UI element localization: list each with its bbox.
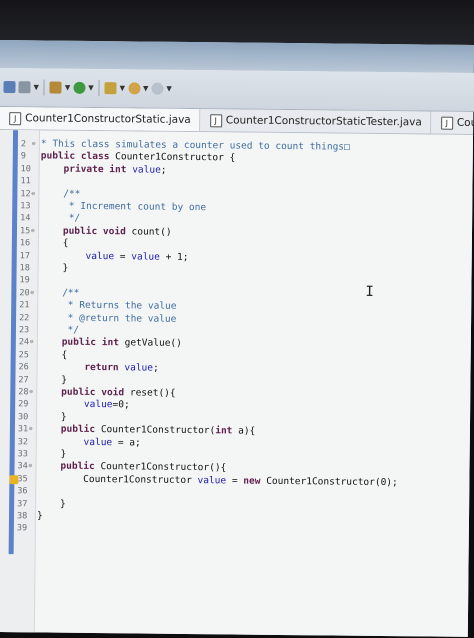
chevron-down-icon[interactable]: ▼ xyxy=(166,85,171,93)
code-text: } xyxy=(37,448,67,460)
fold-toggle-icon[interactable]: ⊖ xyxy=(30,337,34,349)
code-text: { xyxy=(38,349,68,361)
code-text: */ xyxy=(38,324,80,336)
chevron-down-icon[interactable]: ▼ xyxy=(143,85,148,93)
java-file-icon: J xyxy=(440,116,453,130)
code-text: value = value + 1; xyxy=(85,250,189,263)
fold-toggle-icon[interactable]: ⊖ xyxy=(30,287,34,299)
code-text: */ xyxy=(40,212,81,225)
code-text: value = a; xyxy=(83,436,141,449)
line-number: 17 xyxy=(19,250,31,261)
line-number: 36 xyxy=(17,486,28,497)
code-text: public int getValue() xyxy=(61,337,182,350)
chevron-down-icon[interactable]: ▼ xyxy=(88,84,93,92)
code-text: * @return the value xyxy=(39,312,177,325)
fold-toggle-icon[interactable]: ⊖ xyxy=(31,225,35,237)
monitor-bezel xyxy=(0,0,474,46)
wrench-icon[interactable] xyxy=(49,81,62,94)
tab-label: Counter1Cons xyxy=(456,116,474,130)
tab-counter1-constructor-static-tester[interactable]: J Counter1ConstructorStaticTester.java xyxy=(199,109,431,134)
line-number: 27 xyxy=(18,374,29,385)
line-number: 29 xyxy=(18,399,29,410)
line-number: 23 xyxy=(18,325,30,336)
code-text: public void reset(){ xyxy=(61,386,176,399)
code-text: private int value; xyxy=(63,163,167,176)
java-file-icon: J xyxy=(209,113,222,127)
code-text: /** xyxy=(39,287,80,299)
fold-toggle-icon[interactable]: ⊖ xyxy=(28,461,33,473)
fold-toggle-icon[interactable]: ⊖ xyxy=(29,424,33,436)
tab-label: Counter1ConstructorStaticTester.java xyxy=(225,114,422,129)
line-number: 16 xyxy=(19,238,31,249)
line-number: 37 xyxy=(17,498,28,509)
code-text: value=0; xyxy=(83,399,130,411)
code-text: * Returns the value xyxy=(39,299,177,313)
tab-counter1-constructor-static[interactable]: J Counter1ConstructorStatic.java xyxy=(0,106,200,132)
line-number: 22 xyxy=(19,312,30,323)
run-icon[interactable] xyxy=(73,81,86,94)
code-text: } xyxy=(36,510,43,522)
code-text: } xyxy=(39,262,69,274)
code-text: /** xyxy=(40,188,81,200)
line-number: 10 xyxy=(20,164,31,175)
print-icon[interactable] xyxy=(18,81,31,94)
tab-label: Counter1ConstructorStatic.java xyxy=(25,112,191,127)
back-icon[interactable] xyxy=(128,82,141,95)
text-cursor-icon: I xyxy=(365,283,374,300)
line-number: 9 xyxy=(20,151,26,162)
line-number: 38 xyxy=(16,511,28,522)
chevron-down-icon[interactable]: ▼ xyxy=(33,83,38,91)
line-number: 21 xyxy=(19,300,30,311)
toolbar: ▼ ▼ ▼ ▼ ▼ ▼ xyxy=(0,67,474,113)
line-number: 30 xyxy=(18,412,29,423)
tab-counter1-cons[interactable]: J Counter1Cons xyxy=(430,111,474,135)
code-text: } xyxy=(38,374,68,386)
line-number: 26 xyxy=(18,362,29,373)
code-text: } xyxy=(37,411,67,423)
code-text: } xyxy=(37,498,66,510)
toolbar-separator xyxy=(43,79,45,96)
line-number: 11 xyxy=(20,176,31,187)
eclipse-window: ▼ ▼ ▼ ▼ ▼ ▼ J Counter1ConstructorStatic.… xyxy=(0,40,474,637)
line-number: 39 xyxy=(16,523,28,534)
forward-icon[interactable] xyxy=(151,82,164,95)
line-number: 35 xyxy=(17,474,28,485)
line-number: 33 xyxy=(17,449,28,460)
code-editor[interactable]: 2 ⊖ * This class simulates a counter used … xyxy=(0,129,474,637)
chevron-down-icon[interactable]: ▼ xyxy=(120,84,125,92)
fold-toggle-icon[interactable]: ⊖ xyxy=(29,386,33,398)
code-text: { xyxy=(39,237,69,249)
toolbar-separator xyxy=(98,80,100,97)
line-number: 32 xyxy=(17,436,29,447)
code-text: return value; xyxy=(84,362,159,374)
line-number: 13 xyxy=(20,201,31,212)
line-number: 19 xyxy=(19,275,30,286)
fold-toggle-icon[interactable]: ⊖ xyxy=(31,188,35,200)
line-number: 25 xyxy=(18,350,30,361)
code-text: public void count() xyxy=(62,225,172,238)
java-file-icon: J xyxy=(9,111,22,125)
line-number: 18 xyxy=(19,263,30,274)
line-number: 14 xyxy=(20,213,31,224)
chevron-down-icon[interactable]: ▼ xyxy=(65,84,70,92)
save-icon[interactable] xyxy=(3,81,16,94)
fold-toggle-icon[interactable]: ⊖ xyxy=(32,138,36,150)
warning-icon[interactable] xyxy=(9,474,19,485)
debug-icon[interactable] xyxy=(104,82,117,95)
